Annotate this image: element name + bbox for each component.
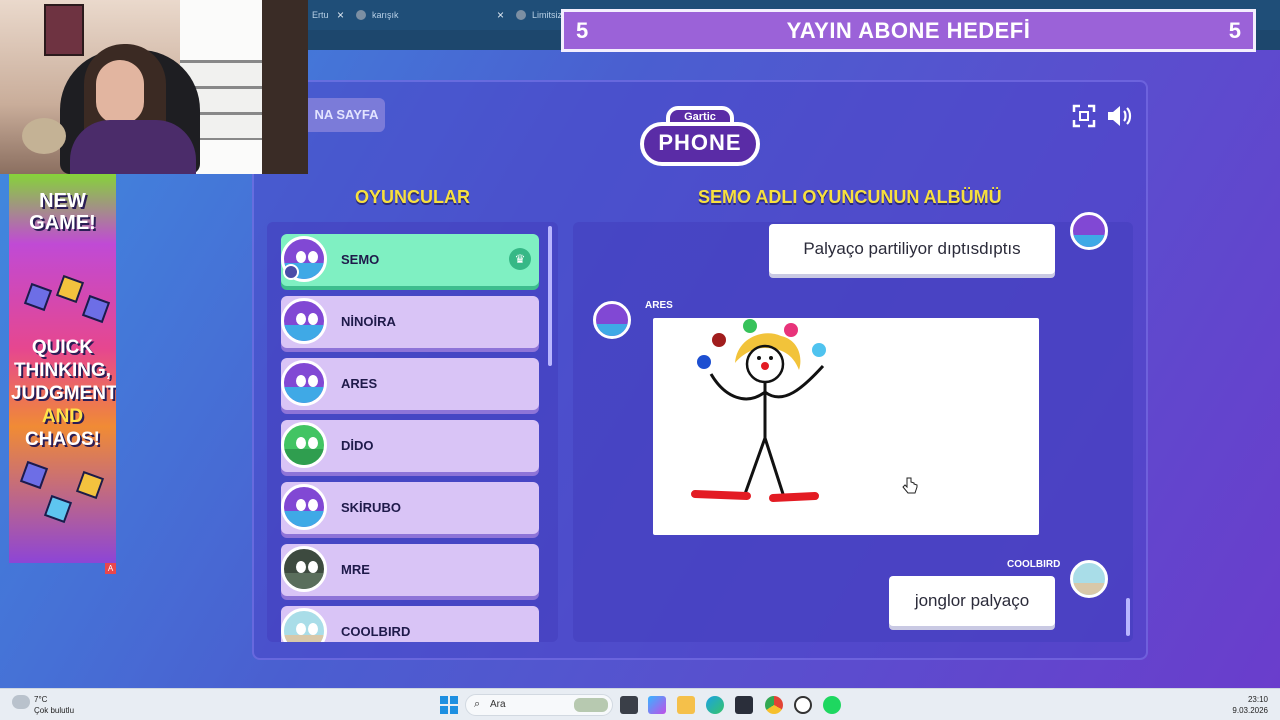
- chrome-icon[interactable]: [765, 696, 783, 714]
- player-avatar: [281, 608, 327, 642]
- store-icon[interactable]: [735, 696, 753, 714]
- player-avatar: [281, 546, 327, 592]
- edge-icon[interactable]: [706, 696, 724, 714]
- player-item-ares[interactable]: ARES: [281, 358, 539, 410]
- player-avatar: [281, 298, 327, 344]
- logo-main-text: PHONE: [640, 122, 760, 166]
- fullscreen-icon[interactable]: [1071, 104, 1097, 130]
- ad-line: JUDGMENT: [11, 383, 116, 404]
- player-avatar: [281, 484, 327, 530]
- home-page-button[interactable]: NA SAYFA: [308, 98, 385, 132]
- players-scrollbar[interactable]: [548, 226, 552, 366]
- tab-favicon-icon: [356, 10, 366, 20]
- goal-title: YAYIN ABONE HEDEFİ: [786, 18, 1031, 43]
- player-item-skirubo[interactable]: SKİRUBO: [281, 482, 539, 534]
- ad-line-accent: AND: [41, 406, 84, 427]
- search-highlight-image: [574, 698, 608, 712]
- album-message-3: jonglor palyaço: [889, 576, 1055, 626]
- ad-card-icon: [19, 460, 49, 490]
- tab-label: Ertu: [312, 10, 329, 20]
- players-list: SEMO ♛ NİNOİRA ARES DİDO SKİRUBO MRE COO…: [267, 222, 558, 642]
- goal-count-right: 5: [1228, 18, 1241, 43]
- player-item-semo[interactable]: SEMO ♛: [281, 234, 539, 286]
- door: [262, 0, 308, 174]
- windows-start-icon[interactable]: [440, 696, 458, 714]
- spotify-icon[interactable]: [823, 696, 841, 714]
- album-scrollbar[interactable]: [1126, 598, 1130, 636]
- player-item-coolbird[interactable]: COOLBIRD: [281, 606, 539, 642]
- player-name: NİNOİRA: [341, 314, 396, 329]
- album-avatar-semo: [1070, 212, 1108, 250]
- album-drawing: [653, 318, 1039, 535]
- album-title: SEMO ADLI OYUNCUNUN ALBÜMÜ: [698, 187, 1002, 207]
- player-item-dido[interactable]: DİDO: [281, 420, 539, 472]
- game-stage: Ertu × karışık × Limitsiz - NA SAYFA Gar…: [0, 0, 1280, 688]
- wall-poster: [44, 4, 84, 56]
- ad-card-icon: [23, 282, 53, 312]
- player-avatar: [281, 422, 327, 468]
- clock-time: 23:10: [1247, 695, 1268, 704]
- ad-line: CHAOS!: [25, 429, 100, 450]
- hand-cursor-icon: [902, 477, 918, 494]
- player-name: DİDO: [341, 438, 374, 453]
- album-avatar-coolbird: [1070, 560, 1108, 598]
- player-name: MRE: [341, 562, 370, 577]
- browser-tab[interactable]: karışık ×: [348, 4, 508, 26]
- ad-card-icon: [81, 294, 111, 324]
- ad-card-icon: [55, 274, 85, 304]
- app-icon[interactable]: [794, 696, 812, 714]
- ad-line: QUICK: [31, 337, 94, 358]
- gartic-phone-logo: Gartic PHONE: [640, 100, 760, 170]
- subscriber-goal-banner: 5 YAYIN ABONE HEDEFİ 5: [561, 9, 1256, 52]
- player-item-mre[interactable]: MRE: [281, 544, 539, 596]
- streamer-hoodie: [70, 120, 196, 174]
- speaker-icon[interactable]: [1106, 104, 1132, 130]
- windows-taskbar: 7°C Çok bulutlu ⌕ Ara 23:10 9.03.2026: [0, 688, 1280, 720]
- player-name: SKİRUBO: [341, 500, 401, 515]
- player-name: COOLBIRD: [341, 624, 411, 639]
- ad-headline: NEW GAME!: [29, 190, 96, 234]
- plush-toy: [22, 118, 66, 154]
- weather-desc: Çok bulutlu: [34, 706, 75, 715]
- search-placeholder: Ara: [490, 699, 506, 710]
- taskbar-search[interactable]: ⌕ Ara: [465, 694, 613, 716]
- ad-card-icon: [43, 494, 73, 524]
- streamer-face: [96, 60, 144, 124]
- crown-icon: ♛: [509, 248, 531, 270]
- cloud-icon: [12, 695, 30, 709]
- ad-line: THINKING,: [13, 360, 112, 381]
- weather-temp: 7°C: [34, 695, 48, 704]
- album-author-coolbird: COOLBIRD: [1007, 559, 1061, 570]
- folder-icon[interactable]: [677, 696, 695, 714]
- system-clock[interactable]: 23:10 9.03.2026: [1232, 694, 1268, 716]
- clown-drawing: [691, 319, 826, 502]
- task-view-icon[interactable]: [620, 696, 638, 714]
- webcam-overlay: [0, 0, 308, 174]
- close-tab-icon[interactable]: ×: [497, 4, 504, 26]
- album-author-ares: ARES: [645, 300, 673, 311]
- player-name: SEMO: [341, 252, 380, 267]
- browser-tab[interactable]: Ertu ×: [308, 4, 348, 26]
- user-icon: [283, 264, 299, 280]
- tab-favicon-icon: [516, 10, 526, 20]
- players-title: OYUNCULAR: [355, 187, 470, 207]
- clock-date: 9.03.2026: [1232, 706, 1268, 715]
- ad-banner[interactable]: NEW GAME! QUICK THINKING, JUDGMENT AND C…: [9, 174, 116, 563]
- ad-tagline: QUICK THINKING, JUDGMENT AND CHAOS!: [11, 336, 116, 451]
- player-avatar: [281, 360, 327, 406]
- search-icon: ⌕: [474, 698, 481, 710]
- album-avatar-ares: [593, 301, 631, 339]
- tab-label: karışık: [372, 10, 399, 20]
- ad-choice-badge[interactable]: A: [105, 563, 116, 574]
- ad-card-icon: [75, 470, 105, 500]
- copilot-icon[interactable]: [648, 696, 666, 714]
- player-name: ARES: [341, 376, 378, 391]
- album-message-1: Palyaço partiliyor dıptısdıptıs: [769, 224, 1055, 274]
- close-tab-icon[interactable]: ×: [337, 4, 344, 26]
- player-item-ninoira[interactable]: NİNOİRA: [281, 296, 539, 348]
